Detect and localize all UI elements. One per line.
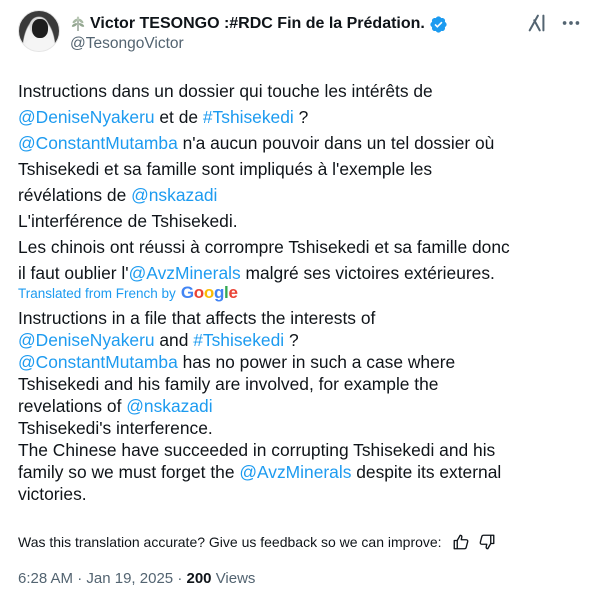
text-line: révélations de @nskazadi [18,182,584,208]
text-segment: révélations de [18,185,132,205]
text-segment: L'interférence de Tshisekedi. [18,211,238,231]
google-logo-letter: e [228,283,238,302]
hashtag-link[interactable]: #Tshisekedi [203,107,294,127]
text-line: @DeniseNyakeru and #Tshisekedi ? [18,329,584,351]
views-label: Views [215,570,256,587]
text-line: Tshisekedi's interference. [18,417,584,439]
translation-feedback: Was this translation accurate? Give us f… [18,532,496,552]
text-line: victories. [18,483,584,505]
text-segment: The Chinese have succeeded in corrupting… [18,440,496,460]
text-segment: despite its external [351,462,502,482]
google-logo-letter: g [213,283,225,302]
text-segment: revelations of [18,396,127,416]
mention-link[interactable]: @AvzMinerals [239,462,351,482]
google-logo-letter: o [193,283,204,302]
avatar[interactable] [18,10,60,52]
text-segment: Tshisekedi's interference. [18,418,213,438]
text-line: L'interférence de Tshisekedi. [18,208,584,234]
hashtag-link[interactable]: #Tshisekedi [193,330,284,350]
text-segment: Instructions dans un dossier qui touche … [18,81,433,101]
mention-link[interactable]: @AvzMinerals [129,263,241,283]
text-line: Instructions dans un dossier qui touche … [18,78,584,104]
mention-link[interactable]: @nskazadi [131,185,217,205]
text-segment: victories. [18,484,87,504]
text-segment: n'a aucun pouvoir dans un tel dossier où [177,133,495,153]
leaf-sprig-icon [71,16,85,31]
text-line: @DeniseNyakeru et de #Tshisekedi ? [18,104,584,130]
text-line: Les chinois ont réussi à corrompre Tshis… [18,234,584,260]
text-segment: Tshisekedi et sa famille sont impliqués … [18,159,433,179]
text-line: revelations of @nskazadi [18,395,584,417]
text-segment: Les chinois ont réussi à corrompre Tshis… [18,237,510,257]
text-segment: and [154,330,194,350]
text-segment: Instructions in a file that affects the … [18,308,376,328]
google-logo-letter: G [180,283,194,302]
text-segment: ? [284,330,299,350]
translation-label: Translated from French by [18,285,176,301]
views-count: 200 [186,570,212,587]
text-line: Tshisekedi and his family are involved, … [18,373,584,395]
tweet-time[interactable]: 6:28 AM [18,570,73,587]
text-line: family so we must forget the @AvzMineral… [18,461,584,483]
text-segment: ? [293,107,309,127]
mention-link[interactable]: @ConstantMutamba [18,352,178,372]
avatar-collar [25,38,55,51]
feedback-question: Was this translation accurate? Give us f… [18,534,442,550]
thumbs-up-icon[interactable] [452,533,470,551]
tweet-header: Victor TESONGO :#RDC Fin de la Prédation… [18,10,584,58]
display-name[interactable]: Victor TESONGO :#RDC Fin de la Prédation… [90,15,425,33]
text-segment: has no power in such a case where [177,352,456,372]
author-name-row[interactable]: Victor TESONGO :#RDC Fin de la Prédation… [70,13,448,35]
thumbs-down-icon[interactable] [478,533,496,551]
tweet-meta: 6:28 AM · Jan 19, 2025 · 200 Views [18,570,255,587]
avatar-face [32,19,48,38]
author-handle[interactable]: @TesongoVictor [70,35,184,53]
meta-separator: · [77,570,87,587]
verified-badge-icon[interactable] [429,15,448,34]
text-segment: il faut oublier l' [18,263,129,283]
google-logo-letter: o [203,283,214,302]
text-line: Tshisekedi et sa famille sont impliqués … [18,156,584,182]
tweet-original-text: Instructions dans un dossier qui touche … [18,78,584,286]
grok-icon[interactable] [526,12,548,34]
text-line: @ConstantMutamba n'a aucun pouvoir dans … [18,130,584,156]
tweet-date[interactable]: Jan 19, 2025 [86,570,173,587]
mention-link[interactable]: @nskazadi [126,396,212,416]
tweet-translated-text: Instructions in a file that affects the … [18,307,584,505]
text-segment: Tshisekedi and his family are involved, … [18,374,439,394]
mention-link[interactable]: @ConstantMutamba [18,133,178,153]
more-icon[interactable] [560,12,582,34]
mention-link[interactable]: @DeniseNyakeru [18,330,155,350]
translation-notice[interactable]: Translated from French by Google [18,283,238,303]
text-segment: malgré ses victoires extérieures. [240,263,495,283]
google-logo: Google [181,283,238,303]
text-line: Instructions in a file that affects the … [18,307,584,329]
text-segment: et de [154,107,203,127]
text-line: The Chinese have succeeded in corrupting… [18,439,584,461]
mention-link[interactable]: @DeniseNyakeru [18,107,155,127]
text-segment: family so we must forget the [18,462,240,482]
text-line: @ConstantMutamba has no power in such a … [18,351,584,373]
